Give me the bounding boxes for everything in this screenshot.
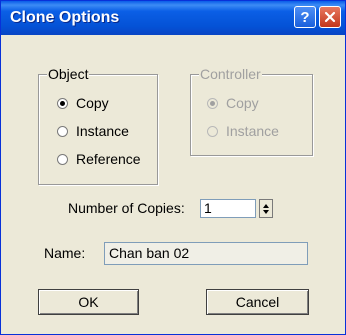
- radio-label: Instance: [226, 123, 279, 139]
- object-group: Object Copy Instance Reference: [38, 66, 158, 185]
- radio-object-instance[interactable]: Instance: [57, 123, 129, 139]
- ok-button[interactable]: OK: [38, 289, 139, 315]
- name-input[interactable]: Chan ban 02: [104, 242, 308, 265]
- cancel-button[interactable]: Cancel: [206, 289, 309, 315]
- radio-object-reference[interactable]: Reference: [57, 151, 141, 167]
- radio-label: Copy: [76, 95, 109, 111]
- radio-label: Reference: [76, 151, 141, 167]
- radio-controller-instance: Instance: [207, 123, 279, 139]
- object-group-legend: Object: [47, 66, 90, 82]
- clone-options-dialog: Clone Options ? Object Copy Instance Ref…: [0, 0, 346, 335]
- close-icon: [324, 11, 336, 23]
- radio-button[interactable]: [57, 125, 68, 137]
- radio-button[interactable]: [57, 97, 68, 109]
- help-icon: ?: [300, 8, 310, 26]
- radio-button[interactable]: [57, 153, 68, 165]
- title-bar[interactable]: Clone Options ?: [1, 1, 345, 35]
- help-button[interactable]: ?: [294, 6, 316, 28]
- spin-down-icon[interactable]: [263, 209, 269, 214]
- name-label: Name:: [44, 245, 86, 261]
- spin-up-icon[interactable]: [263, 203, 269, 208]
- radio-label: Copy: [226, 95, 259, 111]
- radio-button: [207, 125, 218, 137]
- radio-object-copy[interactable]: Copy: [57, 95, 109, 111]
- radio-controller-copy: Copy: [207, 95, 259, 111]
- controller-group: Controller Copy Instance: [190, 66, 313, 156]
- copies-input[interactable]: 1: [200, 199, 256, 218]
- dialog-title: Clone Options: [10, 9, 120, 26]
- controller-group-legend: Controller: [199, 66, 262, 82]
- radio-button: [207, 97, 218, 109]
- copies-spinner[interactable]: [259, 199, 273, 218]
- copies-label: Number of Copies:: [68, 200, 185, 216]
- close-button[interactable]: [319, 6, 341, 28]
- radio-label: Instance: [76, 123, 129, 139]
